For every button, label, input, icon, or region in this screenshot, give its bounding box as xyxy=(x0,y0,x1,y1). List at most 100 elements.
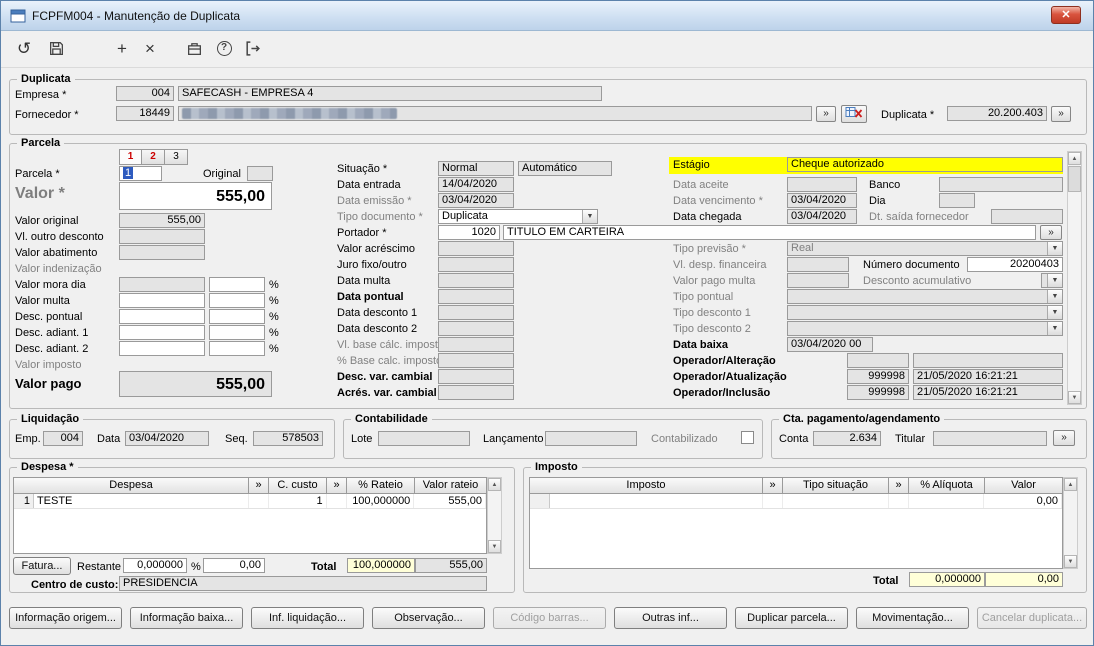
dropdown-icon[interactable]: ▼ xyxy=(1047,242,1062,255)
informacao-baixa-button[interactable]: Informação baixa... xyxy=(130,607,243,629)
desc-pontual-field[interactable] xyxy=(119,309,205,324)
dia-label: Dia xyxy=(869,195,886,207)
despesa-col-ccusto[interactable]: C. custo xyxy=(269,477,327,494)
despesa-row-num: 1 xyxy=(14,494,34,508)
desc-var-cambial-field xyxy=(438,369,514,384)
valor-mora-dia-percent-field[interactable] xyxy=(209,277,265,292)
scroll-up-icon[interactable]: ▲ xyxy=(1064,478,1077,491)
desc-pontual-percent-field[interactable] xyxy=(209,309,265,324)
parcela-tab-2[interactable]: 2 xyxy=(142,149,165,165)
seq-label: Seq. xyxy=(225,433,248,445)
despesa-scrollbar[interactable]: ▲ ▼ xyxy=(487,477,502,554)
help-button[interactable]: ? xyxy=(211,36,237,62)
dropdown-icon[interactable]: ▼ xyxy=(1047,290,1062,303)
imposto-scrollbar[interactable]: ▲ ▼ xyxy=(1063,477,1078,569)
imposto-col-aliquota[interactable]: % Alíquota xyxy=(909,477,985,494)
desc-adiant1-field[interactable] xyxy=(119,325,205,340)
scroll-up-icon[interactable]: ▲ xyxy=(488,478,501,491)
tipo-desconto1-select[interactable]: ▼ xyxy=(787,305,1063,320)
close-button[interactable]: ✕ xyxy=(1051,6,1081,24)
imposto-total-valor-field: 0,00 xyxy=(985,572,1063,587)
dropdown-icon[interactable]: ▼ xyxy=(1047,274,1062,287)
fornecedor-code-field[interactable]: 18449 xyxy=(116,106,174,121)
valor-field[interactable]: 555,00 xyxy=(119,182,272,210)
imposto-col-imposto[interactable]: Imposto xyxy=(529,477,763,494)
despesa-col-despesa[interactable]: Despesa xyxy=(13,477,249,494)
outras-inf-button[interactable]: Outras inf... xyxy=(614,607,727,629)
tipo-pontual-select[interactable]: ▼ xyxy=(787,289,1063,304)
fornecedor-clear-button[interactable] xyxy=(841,105,867,123)
parcela-tab-1[interactable]: 1 xyxy=(119,149,142,165)
restante-valor-field[interactable]: 0,00 xyxy=(203,558,265,573)
seq-field: 578503 xyxy=(253,431,323,446)
despesa-col-valor[interactable]: Valor rateio xyxy=(415,477,487,494)
parcela-input[interactable]: 1 xyxy=(119,166,162,181)
desc-adiant1-percent-field[interactable] xyxy=(209,325,265,340)
valor-multa-percent-field[interactable] xyxy=(209,293,265,308)
parcela-label: Parcela * xyxy=(15,168,60,180)
tipo-previsao-label: Tipo previsão * xyxy=(673,243,746,255)
tipo-desconto2-select[interactable]: ▼ xyxy=(787,321,1063,336)
vl-base-calc-label: Vl. base cálc. imposto xyxy=(337,339,444,351)
desc-adiant2-percent-field[interactable] xyxy=(209,341,265,356)
restante-percent-field[interactable]: 0,000000 xyxy=(123,558,187,573)
undo-button[interactable]: ↺ xyxy=(11,36,37,62)
imposto-col-situacao[interactable]: Tipo situação xyxy=(783,477,889,494)
desconto-acumulativo-select[interactable]: ▼ xyxy=(1041,273,1063,288)
dropdown-icon[interactable]: ▼ xyxy=(1047,322,1062,335)
scroll-up-icon[interactable]: ▲ xyxy=(1068,152,1081,165)
scroll-down-icon[interactable]: ▼ xyxy=(1068,391,1081,404)
fatura-button[interactable]: Fatura... xyxy=(13,557,71,575)
scroll-down-icon[interactable]: ▼ xyxy=(488,540,501,553)
numero-documento-field[interactable]: 20200403 xyxy=(967,257,1063,272)
duplicata-lookup-button[interactable]: » xyxy=(1051,106,1071,122)
despesa-row[interactable]: 1 TESTE 1 100,000000 555,00 xyxy=(14,494,486,509)
imposto-row[interactable]: 0,00 xyxy=(530,494,1063,509)
add-icon: + xyxy=(117,39,127,58)
imposto-col-lookup[interactable]: » xyxy=(763,477,783,494)
duplicata-number-field[interactable]: 20.200.403 xyxy=(947,106,1047,121)
imposto-row-imposto xyxy=(550,494,764,508)
despesa-row-lookup2[interactable] xyxy=(327,494,347,508)
save-button[interactable] xyxy=(43,36,69,62)
dropdown-icon[interactable]: ▼ xyxy=(582,210,597,223)
archive-button[interactable] xyxy=(181,36,207,62)
imposto-row-lookup[interactable] xyxy=(763,494,784,508)
portador-name-field[interactable]: TITULO EM CARTEIRA xyxy=(503,225,1036,240)
portador-lookup-button[interactable]: » xyxy=(1040,225,1062,240)
imposto-col-valor[interactable]: Valor xyxy=(985,477,1063,494)
observacao-button[interactable]: Observação... xyxy=(372,607,485,629)
valor-multa-field[interactable] xyxy=(119,293,205,308)
delete-button[interactable]: × xyxy=(137,36,163,62)
imposto-total-label: Total xyxy=(873,575,899,587)
desc-adiant2-field[interactable] xyxy=(119,341,205,356)
fornecedor-name-field[interactable] xyxy=(178,106,812,121)
exit-button[interactable] xyxy=(239,36,265,62)
data-desconto1-field xyxy=(438,305,514,320)
parcela-scrollbar[interactable]: ▲ ▼ xyxy=(1067,151,1082,405)
portador-code-field[interactable]: 1020 xyxy=(438,225,500,240)
imposto-col-lookup2[interactable]: » xyxy=(889,477,909,494)
despesa-row-lookup[interactable] xyxy=(249,494,269,508)
contabilizado-checkbox[interactable] xyxy=(741,431,754,444)
tipo-documento-select[interactable]: Duplicata ▼ xyxy=(438,209,598,224)
contabilizado-label: Contabilizado xyxy=(651,433,718,445)
titular-lookup-button[interactable]: » xyxy=(1053,430,1075,446)
despesa-col-lookup[interactable]: » xyxy=(249,477,269,494)
operador-inclusao-datetime-field: 21/05/2020 16:21:21 xyxy=(913,385,1063,400)
tipo-previsao-select[interactable]: Real ▼ xyxy=(787,241,1063,256)
dropdown-icon[interactable]: ▼ xyxy=(1047,306,1062,319)
scroll-thumb[interactable] xyxy=(1068,166,1081,192)
add-button[interactable]: + xyxy=(109,36,135,62)
vl-outro-desconto-field xyxy=(119,229,205,244)
movimentacao-button[interactable]: Movimentação... xyxy=(856,607,969,629)
despesa-col-rateio[interactable]: % Rateio xyxy=(347,477,415,494)
duplicar-parcela-button[interactable]: Duplicar parcela... xyxy=(735,607,848,629)
fornecedor-lookup-button[interactable]: » xyxy=(816,106,836,122)
imposto-row-lookup2[interactable] xyxy=(889,494,909,508)
despesa-col-lookup2[interactable]: » xyxy=(327,477,347,494)
parcela-tab-3[interactable]: 3 xyxy=(165,149,188,165)
scroll-down-icon[interactable]: ▼ xyxy=(1064,555,1077,568)
informacao-origem-button[interactable]: Informação origem... xyxy=(9,607,122,629)
inf-liquidacao-button[interactable]: Inf. liquidação... xyxy=(251,607,364,629)
